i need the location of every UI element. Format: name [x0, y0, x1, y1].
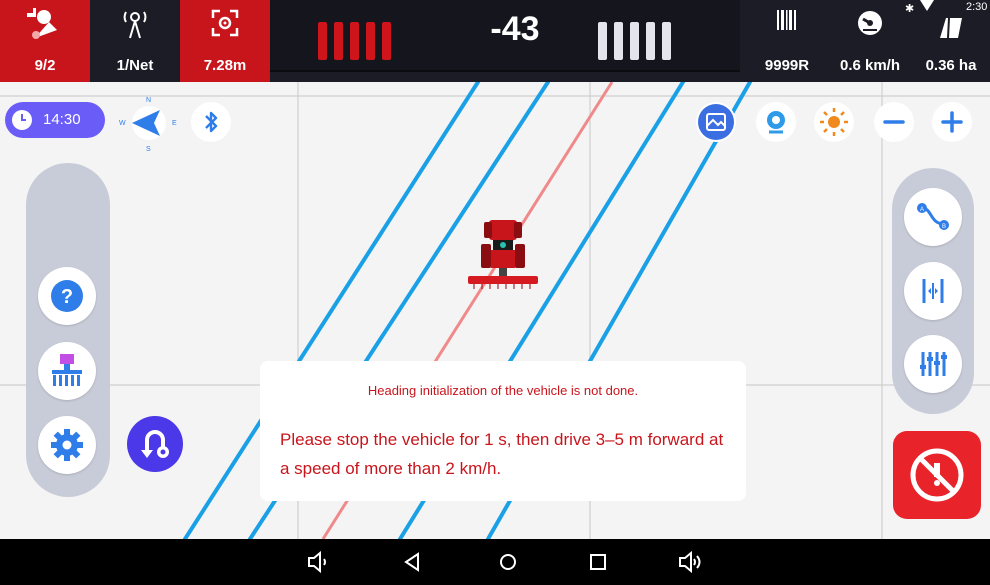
help-icon: ? [51, 280, 83, 312]
speedometer-icon [828, 8, 912, 43]
sliders-icon [920, 352, 947, 376]
zoom-out-button[interactable] [874, 102, 914, 142]
accuracy-value: 7.28m [203, 57, 247, 74]
system-navigation-bar [0, 539, 990, 585]
bluetooth-icon [205, 111, 218, 133]
bluetooth-button[interactable] [191, 102, 231, 142]
uturn-button[interactable] [127, 416, 183, 472]
clock-icon [12, 110, 32, 130]
implement-icon [52, 354, 82, 386]
home-icon[interactable] [493, 547, 523, 577]
right-deviation-bars [598, 22, 671, 60]
status-bar: 9/2 1/Net 7.28m -43 9999R 0.6 km/h ✱ 2:3… [0, 0, 990, 82]
speed-status[interactable]: 0.6 km/h [828, 0, 912, 82]
map-layer-button[interactable] [696, 102, 736, 142]
bluetooth-status-icon: ✱ [905, 3, 915, 15]
rows-value: 9999R [764, 57, 810, 74]
field-icon [912, 14, 990, 45]
tuning-button[interactable] [904, 335, 962, 393]
svg-text:B: B [942, 224, 946, 230]
ab-line-button[interactable]: AB [904, 188, 962, 246]
shift-line-icon [922, 279, 944, 303]
left-deviation-bars [318, 22, 391, 60]
svg-text:W: W [119, 120, 126, 127]
speed-value: 0.6 km/h [839, 57, 901, 74]
svg-text:A: A [920, 207, 924, 213]
work-timer-value: 14:30 [43, 111, 81, 128]
minus-icon [883, 120, 905, 124]
uturn-icon [141, 430, 169, 458]
antenna-icon [90, 8, 180, 45]
svg-text:E: E [172, 120, 177, 127]
plus-icon [941, 111, 963, 133]
autosteer-disable-button[interactable] [893, 431, 981, 519]
area-status[interactable]: ✱ 2:30 0.36 ha [905, 0, 990, 82]
dialog-message: Please stop the vehicle for 1 s, then dr… [280, 430, 724, 478]
barcode-icon [750, 8, 824, 37]
rows-status[interactable]: 9999R [750, 0, 824, 82]
shift-line-button[interactable] [904, 262, 962, 320]
stop-icon [910, 448, 964, 502]
heading-init-dialog[interactable]: Heading initialization of the vehicle is… [260, 361, 746, 501]
svg-text:?: ? [61, 286, 73, 308]
brightness-button[interactable] [814, 102, 854, 142]
volume-down-icon[interactable] [303, 547, 333, 577]
help-button[interactable]: ? [38, 267, 96, 325]
network-status[interactable]: 1/Net [90, 0, 180, 82]
map-layer-icon [698, 104, 734, 140]
recent-apps-icon[interactable] [583, 547, 613, 577]
volume-up-icon[interactable] [675, 547, 705, 577]
zoom-in-button[interactable] [932, 102, 972, 142]
satellite-icon [0, 5, 90, 49]
wifi-icon [920, 0, 934, 11]
svg-text:S: S [146, 146, 151, 152]
work-timer[interactable]: 14:30 [5, 102, 105, 138]
gear-icon [51, 429, 83, 461]
back-icon[interactable] [398, 547, 428, 577]
accuracy-status[interactable]: 7.28m [180, 0, 270, 82]
satellite-status[interactable]: 9/2 [0, 0, 90, 82]
camera-button[interactable] [756, 102, 796, 142]
network-value: 1/Net [116, 57, 154, 74]
svg-text:N: N [146, 97, 151, 104]
target-icon [180, 8, 270, 43]
area-value: 0.36 ha [925, 57, 977, 74]
tractor-icon [466, 214, 540, 294]
compass-icon[interactable]: N S W E [118, 96, 180, 153]
implement-button[interactable] [38, 342, 96, 400]
dialog-title: Heading initialization of the vehicle is… [367, 383, 639, 398]
settings-button[interactable] [38, 416, 96, 474]
ab-line-icon: AB [917, 203, 949, 230]
deviation-value: -43 [490, 10, 540, 48]
camera-icon [767, 111, 785, 134]
satellite-count: 9/2 [34, 57, 56, 74]
sun-icon [820, 108, 848, 136]
system-clock: 2:30 [966, 1, 988, 13]
